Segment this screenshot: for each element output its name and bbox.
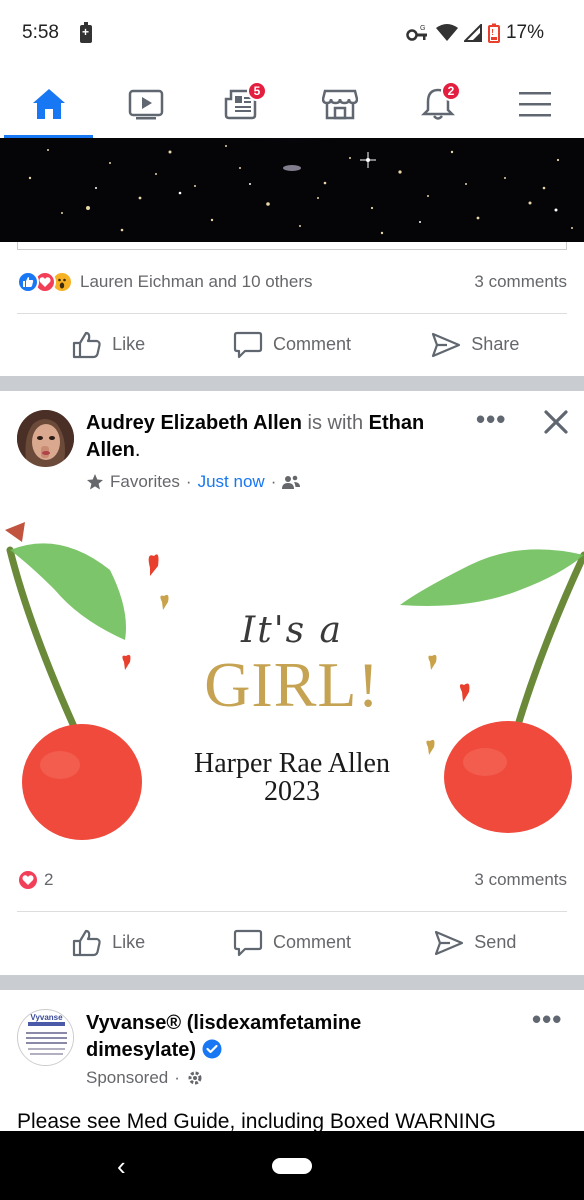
post2-action-bar: Like Comment Send	[17, 911, 567, 973]
thumbs-up-icon	[73, 929, 101, 956]
battery-saver-icon	[80, 22, 92, 43]
sponsor-name-link[interactable]: Vyvanse® (lisdexamfetamine	[86, 1012, 361, 1034]
svg-text:G: G	[420, 25, 425, 32]
post-author-line: Audrey Elizabeth Allen is with Ethan All…	[86, 410, 466, 464]
post-meta: Favorites · Just now ·	[86, 472, 301, 492]
like-reaction-icon	[17, 271, 39, 293]
post-options-button[interactable]: •••	[476, 404, 506, 435]
send-button[interactable]: Send	[384, 929, 567, 957]
share-arrow-icon	[432, 332, 461, 357]
notifications-badge: 2	[441, 81, 461, 101]
image-frame	[17, 242, 567, 250]
with-text: is with	[307, 412, 364, 434]
feed-separator	[0, 376, 584, 391]
meta-dot: ·	[174, 1068, 180, 1087]
home-gesture-pill[interactable]	[272, 1158, 312, 1174]
watch-video-icon	[128, 89, 164, 120]
comment-bubble-icon	[233, 331, 263, 358]
svg-text:!: !	[491, 28, 494, 37]
previous-post-image[interactable]	[0, 138, 584, 242]
comments-count[interactable]: 3 comments	[474, 870, 567, 890]
hamburger-menu-icon	[519, 92, 551, 117]
share-button[interactable]: Share	[384, 331, 567, 359]
post-timestamp[interactable]: Just now	[198, 472, 265, 492]
author-name-link[interactable]: Audrey Elizabeth Allen	[86, 412, 302, 434]
author-avatar[interactable]	[17, 410, 74, 467]
like-button[interactable]: Like	[17, 929, 200, 957]
like-button[interactable]: Like	[17, 331, 200, 359]
baby-name: Harper Rae Allen	[194, 748, 390, 779]
send-arrow-icon	[435, 930, 464, 955]
nav-notifications[interactable]: 2	[393, 70, 483, 138]
comment-bubble-icon	[233, 929, 263, 956]
status-icons: G ! 17%	[406, 22, 544, 44]
birth-year: 2023	[264, 776, 320, 807]
sponsor-meta: Sponsored ·	[86, 1068, 204, 1088]
comment-button[interactable]: Comment	[200, 929, 383, 957]
avatar-text: Vyvanse	[30, 1013, 63, 1022]
sponsor-avatar[interactable]: Vyvanse	[17, 1009, 74, 1066]
feed-separator	[0, 975, 584, 990]
nav-home[interactable]	[4, 70, 94, 138]
comment-label: Comment	[272, 932, 351, 952]
nav-menu[interactable]	[490, 70, 580, 138]
love-reaction-icon	[17, 869, 39, 891]
status-time: 5:58	[22, 22, 59, 43]
battery-low-icon: !	[487, 23, 500, 43]
marketplace-store-icon	[322, 89, 358, 120]
home-icon	[33, 89, 65, 119]
reactors-text[interactable]: Lauren Eichman and 10 others	[80, 272, 313, 292]
comments-count[interactable]: 3 comments	[474, 272, 567, 292]
nav-watch[interactable]	[101, 70, 191, 138]
gear-icon	[188, 1071, 202, 1085]
like-label: Like	[112, 932, 146, 952]
wifi-icon	[435, 24, 458, 41]
meta-dot: ·	[185, 472, 192, 491]
post1-action-bar: Like Comment Share	[17, 313, 567, 375]
nav-news[interactable]: 5	[197, 70, 287, 138]
back-chevron-icon[interactable]: ‹	[117, 1151, 126, 1182]
android-navigation-bar: ‹	[0, 1131, 584, 1200]
send-label: Send	[474, 932, 517, 952]
comment-button[interactable]: Comment	[200, 331, 383, 359]
verified-badge-icon	[202, 1039, 222, 1059]
signal-icon	[463, 24, 482, 42]
tagged-person-first[interactable]: Ethan	[369, 412, 425, 434]
period: .	[134, 439, 141, 461]
sponsor-options-button[interactable]: •••	[532, 1004, 562, 1035]
tagged-person-last[interactable]: Allen	[86, 439, 135, 461]
image-text-girl: GIRL!	[204, 649, 380, 720]
post-photo[interactable]: It's a GIRL! Harper Rae Allen 2023	[0, 510, 584, 850]
vpn-key-icon: G	[406, 25, 427, 41]
reaction-count[interactable]: 2	[44, 870, 53, 890]
reaction-icons	[17, 271, 73, 293]
news-badge: 5	[247, 81, 267, 101]
top-navigation: 5 2	[0, 70, 584, 138]
image-text-its-a: It's a	[241, 610, 343, 651]
share-label: Share	[471, 334, 520, 354]
galaxy-field-image	[0, 138, 584, 242]
close-icon[interactable]	[543, 409, 569, 435]
sponsor-name-line2[interactable]: dimesylate)	[86, 1039, 196, 1061]
like-label: Like	[112, 334, 146, 354]
post1-reactions-summary[interactable]: Lauren Eichman and 10 others 3 comments	[17, 267, 567, 297]
sponsored-label[interactable]: Sponsored	[86, 1068, 168, 1088]
nav-marketplace[interactable]	[295, 70, 385, 138]
post2-reactions-summary[interactable]: 2 3 comments	[17, 865, 567, 895]
sponsor-author-line: Vyvanse® (lisdexamfetamine dimesylate)	[86, 1010, 466, 1064]
image-text-name: Harper Rae Allen 2023	[0, 750, 584, 806]
meta-dot-2: ·	[270, 472, 277, 491]
audience-label[interactable]: Favorites	[110, 472, 180, 492]
status-bar: 5:58 G ! 17%	[0, 0, 584, 70]
friends-audience-icon	[282, 475, 301, 489]
comment-label: Comment	[272, 334, 351, 354]
thumbs-up-icon	[73, 331, 101, 358]
star-icon	[87, 474, 103, 490]
battery-percentage: 17%	[505, 22, 544, 43]
